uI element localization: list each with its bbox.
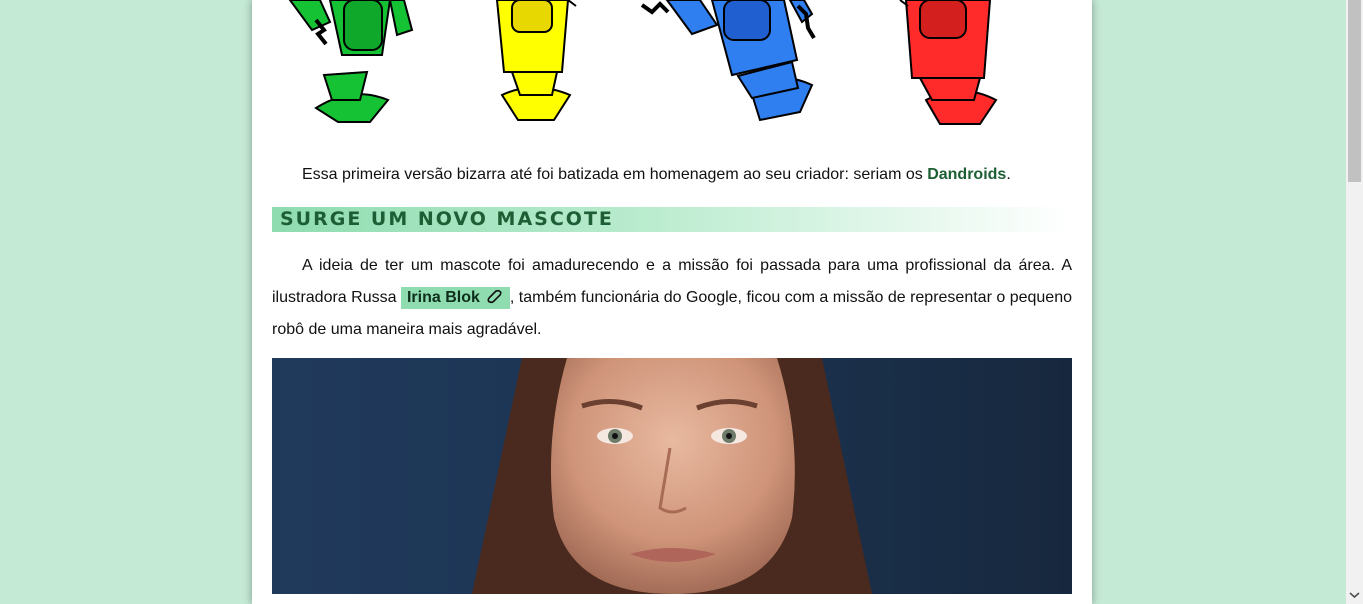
section-heading: SURGE UM NOVO MASCOTE [272, 207, 1072, 232]
scroll-down-arrow-icon[interactable] [1349, 590, 1360, 600]
blue-dandroid [640, 0, 816, 122]
irina-blok-portrait-photo [272, 358, 1072, 594]
paperclip-link-icon[interactable] [484, 288, 504, 306]
intro-paragraph: Essa primeira versão bizarra até foi bat… [272, 162, 1072, 188]
irina-blok-link[interactable]: Irina Blok [400, 287, 510, 309]
vertical-scrollbar[interactable] [1346, 0, 1363, 604]
dandroid-robots-illustration [288, 0, 998, 125]
intro-text: Essa primeira versão bizarra até foi bat… [302, 166, 928, 183]
mascot-paragraph: A ideia de ter um mascote foi amadurecen… [272, 250, 1072, 346]
scrollbar-thumb[interactable] [1348, 0, 1361, 182]
irina-blok-link-label[interactable]: Irina Blok [407, 289, 480, 306]
red-dandroid [899, 0, 998, 125]
green-dandroid [288, 0, 414, 123]
dandroids-name: Dandroids [927, 166, 1007, 183]
article-page: Essa primeira versão bizarra até foi bat… [252, 0, 1092, 604]
intro-end: . [1006, 166, 1011, 183]
yellow-dandroid [495, 0, 577, 121]
section-heading-text: SURGE UM NOVO MASCOTE [280, 208, 614, 230]
